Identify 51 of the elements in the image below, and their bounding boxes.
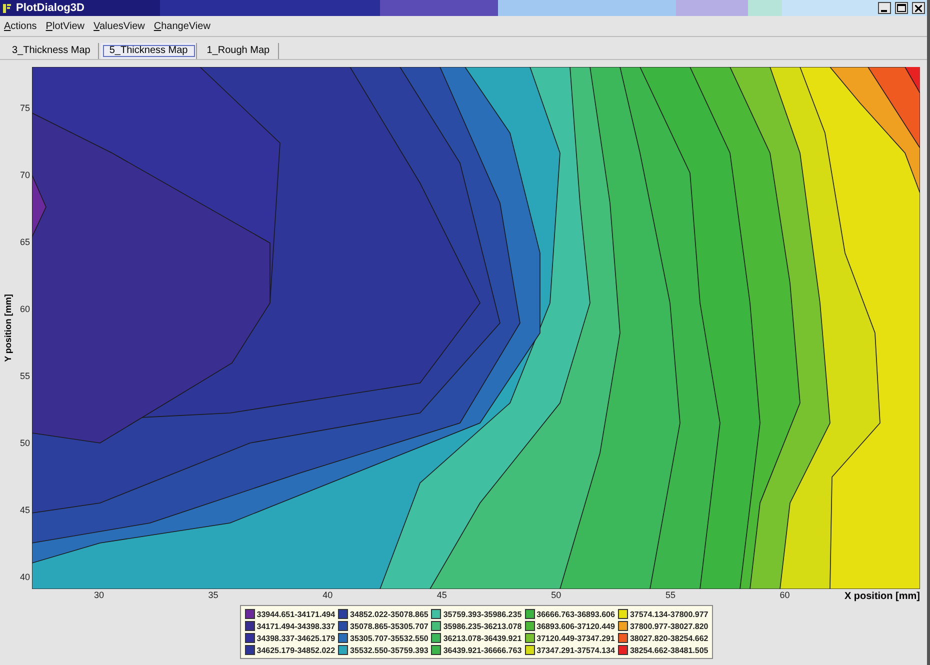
y-tick-label: 70: [20, 170, 30, 180]
y-tick-label: 45: [20, 505, 30, 515]
legend-label: 35305.707-35532.550: [350, 634, 428, 642]
x-tick-label: 35: [208, 590, 218, 600]
x-tick-label: 55: [666, 590, 676, 600]
legend-label: 34171.494-34398.337: [256, 622, 336, 630]
y-tick-label: 40: [20, 572, 30, 582]
close-button[interactable]: [912, 2, 925, 14]
legend-label: 35986.235-36213.078: [443, 622, 522, 630]
legend-label: 37120.449-37347.291: [536, 634, 615, 642]
tab[interactable]: 3_Thickness Map: [4, 43, 100, 59]
menu-item[interactable]: Actions: [4, 20, 37, 32]
y-tick-label: 65: [20, 237, 30, 247]
legend-label: 36439.921-36666.763: [443, 646, 522, 654]
legend-label: 35532.550-35759.393: [350, 646, 428, 654]
legend-label: 35759.393-35986.235: [443, 610, 522, 618]
legend-label: 38027.820-38254.662: [630, 634, 708, 642]
y-axis-label: Y position [mm]: [3, 294, 13, 362]
menu-item[interactable]: ChangeView: [154, 20, 210, 32]
x-tick-label: 45: [436, 590, 447, 600]
legend-label: 36666.763-36893.606: [536, 610, 615, 618]
menu-item[interactable]: PlotView: [46, 20, 85, 32]
legend-label: 34625.179-34852.022: [256, 646, 336, 654]
x-tick-label: 40: [322, 590, 333, 600]
maximize-button[interactable]: [895, 2, 908, 14]
window-title: PlotDialog3D: [16, 2, 86, 14]
legend-label: 34398.337-34625.179: [256, 634, 336, 642]
legend-label: 33944.651-34171.494: [256, 610, 336, 618]
y-tick-label: 75: [20, 103, 30, 113]
legend-label: 36213.078-36439.921: [443, 634, 522, 642]
app-icon: [2, 2, 12, 14]
tab[interactable]: 1_Rough Map: [198, 43, 279, 59]
y-tick-label: 50: [20, 438, 30, 448]
tab[interactable]: 5_Thickness Map: [101, 43, 197, 59]
legend-label: 34852.022-35078.865: [350, 610, 428, 618]
x-tick-label: 50: [551, 590, 562, 600]
minimize-button[interactable]: [878, 2, 891, 14]
close-icon: [915, 4, 922, 12]
legend-label: 38254.662-38481.505: [630, 646, 708, 654]
x-tick-label: 60: [780, 590, 790, 600]
legend-label: 35078.865-35305.707: [350, 622, 428, 630]
y-tick-label: 55: [20, 371, 30, 381]
legend-label: 37574.134-37800.977: [630, 610, 708, 618]
x-tick-label: 30: [94, 590, 104, 600]
maximize-icon: [897, 4, 906, 12]
legend-label: 37347.291-37574.134: [536, 646, 615, 654]
legend-label: 36893.606-37120.449: [536, 622, 615, 630]
x-axis-label: X position [mm]: [844, 591, 920, 602]
menu-item[interactable]: ValuesView: [94, 20, 145, 32]
legend-label: 37800.977-38027.820: [630, 622, 708, 630]
y-tick-label: 60: [20, 304, 30, 314]
